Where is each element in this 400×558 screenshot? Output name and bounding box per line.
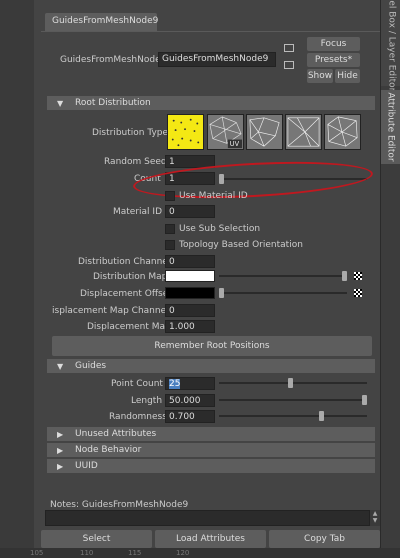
displacement-offset-slider-handle[interactable] [219, 288, 224, 298]
map-texture-icon[interactable] [354, 289, 362, 297]
point-count-field[interactable]: 25 [165, 377, 215, 390]
notes-textarea[interactable] [45, 510, 370, 526]
use-sub-selection-label: Use Sub Selection [179, 224, 261, 234]
ruler-tick-label: 110 [80, 549, 94, 557]
collapse-triangle-icon: ▼ [57, 99, 64, 108]
displacement-map-label: Displacement Map [87, 322, 171, 332]
randomness-slider-handle[interactable] [319, 411, 325, 421]
distribution-vertex-icon[interactable] [285, 114, 322, 150]
ruler-tick-label: 105 [30, 549, 44, 557]
randomness-slider[interactable] [219, 415, 367, 417]
displacement-offset-swatch[interactable] [165, 287, 215, 299]
point-count-slider[interactable] [219, 382, 367, 384]
distribution-type-label: Distribution Type [92, 128, 169, 138]
length-slider[interactable] [219, 399, 367, 401]
left-panel-strip [0, 0, 34, 558]
node-type-label: GuidesFromMeshNode: [60, 55, 164, 65]
select-button[interactable]: Select [41, 530, 152, 548]
displacement-offset-slider[interactable] [219, 292, 347, 294]
section-unused-attributes[interactable]: ▶ Unused Attributes [47, 427, 375, 441]
distribution-map-slider-handle[interactable] [342, 271, 347, 281]
point-count-slider-handle[interactable] [287, 378, 293, 388]
topology-orientation-checkbox[interactable] [165, 240, 175, 250]
use-material-id-checkbox[interactable] [165, 191, 175, 201]
timeline-ruler: 105 110 115 120 [0, 548, 400, 558]
distribution-uniform-icon[interactable] [167, 114, 204, 150]
length-field[interactable]: 50.000 [165, 394, 215, 407]
remember-root-positions-button[interactable]: Remember Root Positions [52, 336, 372, 356]
distribution-channel-field[interactable]: 0 [165, 255, 215, 268]
focus-button[interactable]: Focus [307, 37, 360, 51]
section-guides[interactable]: ▼ Guides [47, 359, 375, 373]
tab-channel-box[interactable]: nel Box / Layer Editor [381, 0, 400, 91]
section-uuid[interactable]: ▶ UUID [47, 459, 375, 473]
use-sub-selection-checkbox[interactable] [165, 224, 175, 234]
use-material-id-label: Use Material ID [179, 191, 248, 201]
map-texture-icon[interactable] [354, 272, 362, 280]
ruler-tick-label: 115 [128, 549, 142, 557]
distribution-map-label: Distribution Map [93, 272, 168, 282]
distribution-channel-label: Distribution Channel [78, 257, 171, 267]
randomness-label: Randomness [109, 412, 167, 422]
section-node-behavior[interactable]: ▶ Node Behavior [47, 443, 375, 457]
collapse-triangle-icon: ▼ [57, 362, 64, 371]
section-root-distribution[interactable]: ▼ Root Distribution [47, 96, 375, 110]
presets-button[interactable]: Presets* [307, 53, 360, 67]
distribution-map-slider[interactable] [219, 275, 347, 277]
material-id-field[interactable]: 0 [165, 205, 215, 218]
select-node-icon[interactable] [284, 44, 294, 52]
material-id-label: Material ID [113, 207, 163, 217]
expand-triangle-icon: ▶ [57, 462, 64, 471]
displacement-offset-label: Displacement Offset [80, 289, 172, 299]
randomness-field[interactable]: 0.700 [165, 410, 215, 423]
length-label: Length [131, 396, 163, 406]
length-slider-handle[interactable] [362, 395, 367, 405]
node-tab[interactable]: GuidesFromMeshNode9 [45, 13, 158, 31]
ruler-tick-label: 120 [176, 549, 190, 557]
distribution-map-swatch[interactable] [165, 270, 215, 282]
show-button[interactable]: Show [307, 69, 333, 83]
bottom-button-bar: Select Load Attributes Copy Tab [41, 530, 380, 548]
copy-tab-button[interactable]: Copy Tab [269, 530, 380, 548]
displacement-map-field[interactable]: 1.000 [165, 320, 215, 333]
distribution-uv-icon[interactable]: UV [207, 114, 244, 150]
point-count-label: Point Count [111, 379, 163, 389]
distribution-face-icon[interactable] [324, 114, 361, 150]
vertical-tab-bar: nel Box / Layer Editor Attribute Editor [380, 0, 400, 558]
expand-triangle-icon: ▶ [57, 430, 64, 439]
notes-label: Notes: GuidesFromMeshNode9 [50, 500, 189, 510]
svg-text:UV: UV [230, 140, 240, 148]
displacement-map-channel-field[interactable]: 0 [165, 304, 215, 317]
node-name-field[interactable]: GuidesFromMeshNode9 [158, 52, 276, 67]
random-seed-label: Random Seed [104, 157, 167, 167]
input-connections-icon[interactable] [284, 61, 294, 69]
tab-attribute-editor[interactable]: Attribute Editor [381, 90, 400, 164]
notes-scrollbar[interactable]: ▲ ▼ [370, 510, 380, 526]
load-attributes-button[interactable]: Load Attributes [155, 530, 266, 548]
distribution-random-icon[interactable] [246, 114, 283, 150]
displacement-map-channel-label: isplacement Map Channel [52, 306, 169, 316]
expand-triangle-icon: ▶ [57, 446, 64, 455]
attribute-editor-window: nel Box / Layer Editor Attribute Editor … [0, 0, 400, 558]
hide-button[interactable]: Hide [335, 69, 360, 83]
topology-orientation-label: Topology Based Orientation [179, 240, 303, 250]
